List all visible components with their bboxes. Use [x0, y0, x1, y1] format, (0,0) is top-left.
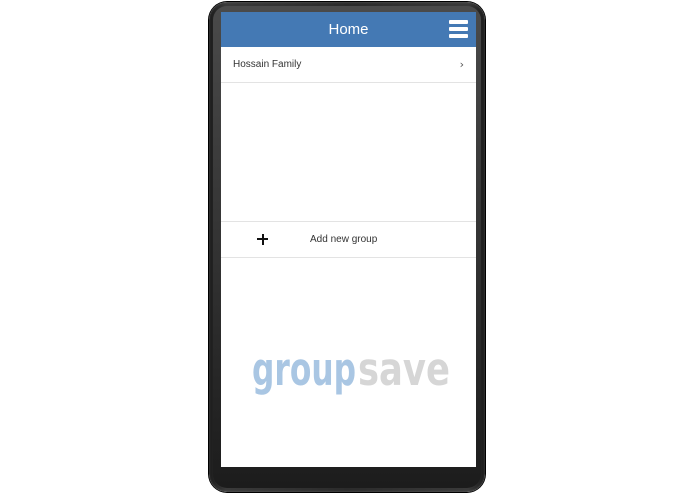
add-new-group-button[interactable]: Add new group	[221, 221, 476, 258]
chevron-right-icon: ›	[459, 58, 464, 71]
menu-bar	[449, 34, 468, 38]
logo-text-group: group	[252, 345, 356, 396]
add-new-group-label: Add new group	[310, 234, 378, 245]
group-name: Hossain Family	[233, 59, 302, 70]
page: Home Hossain Family › Add new group grou…	[0, 0, 695, 494]
hamburger-menu-icon[interactable]	[449, 20, 468, 38]
app-header: Home	[221, 12, 476, 48]
list-item-group[interactable]: Hossain Family ›	[221, 47, 476, 83]
app-screen: Home Hossain Family › Add new group grou…	[221, 12, 476, 467]
menu-bar	[449, 27, 468, 31]
plus-icon	[257, 234, 268, 245]
groupsave-logo: group save	[252, 343, 452, 405]
logo-svg: group save	[252, 343, 450, 396]
logo-text-save: save	[358, 345, 450, 396]
menu-bar	[449, 20, 468, 24]
page-title: Home	[328, 21, 369, 38]
